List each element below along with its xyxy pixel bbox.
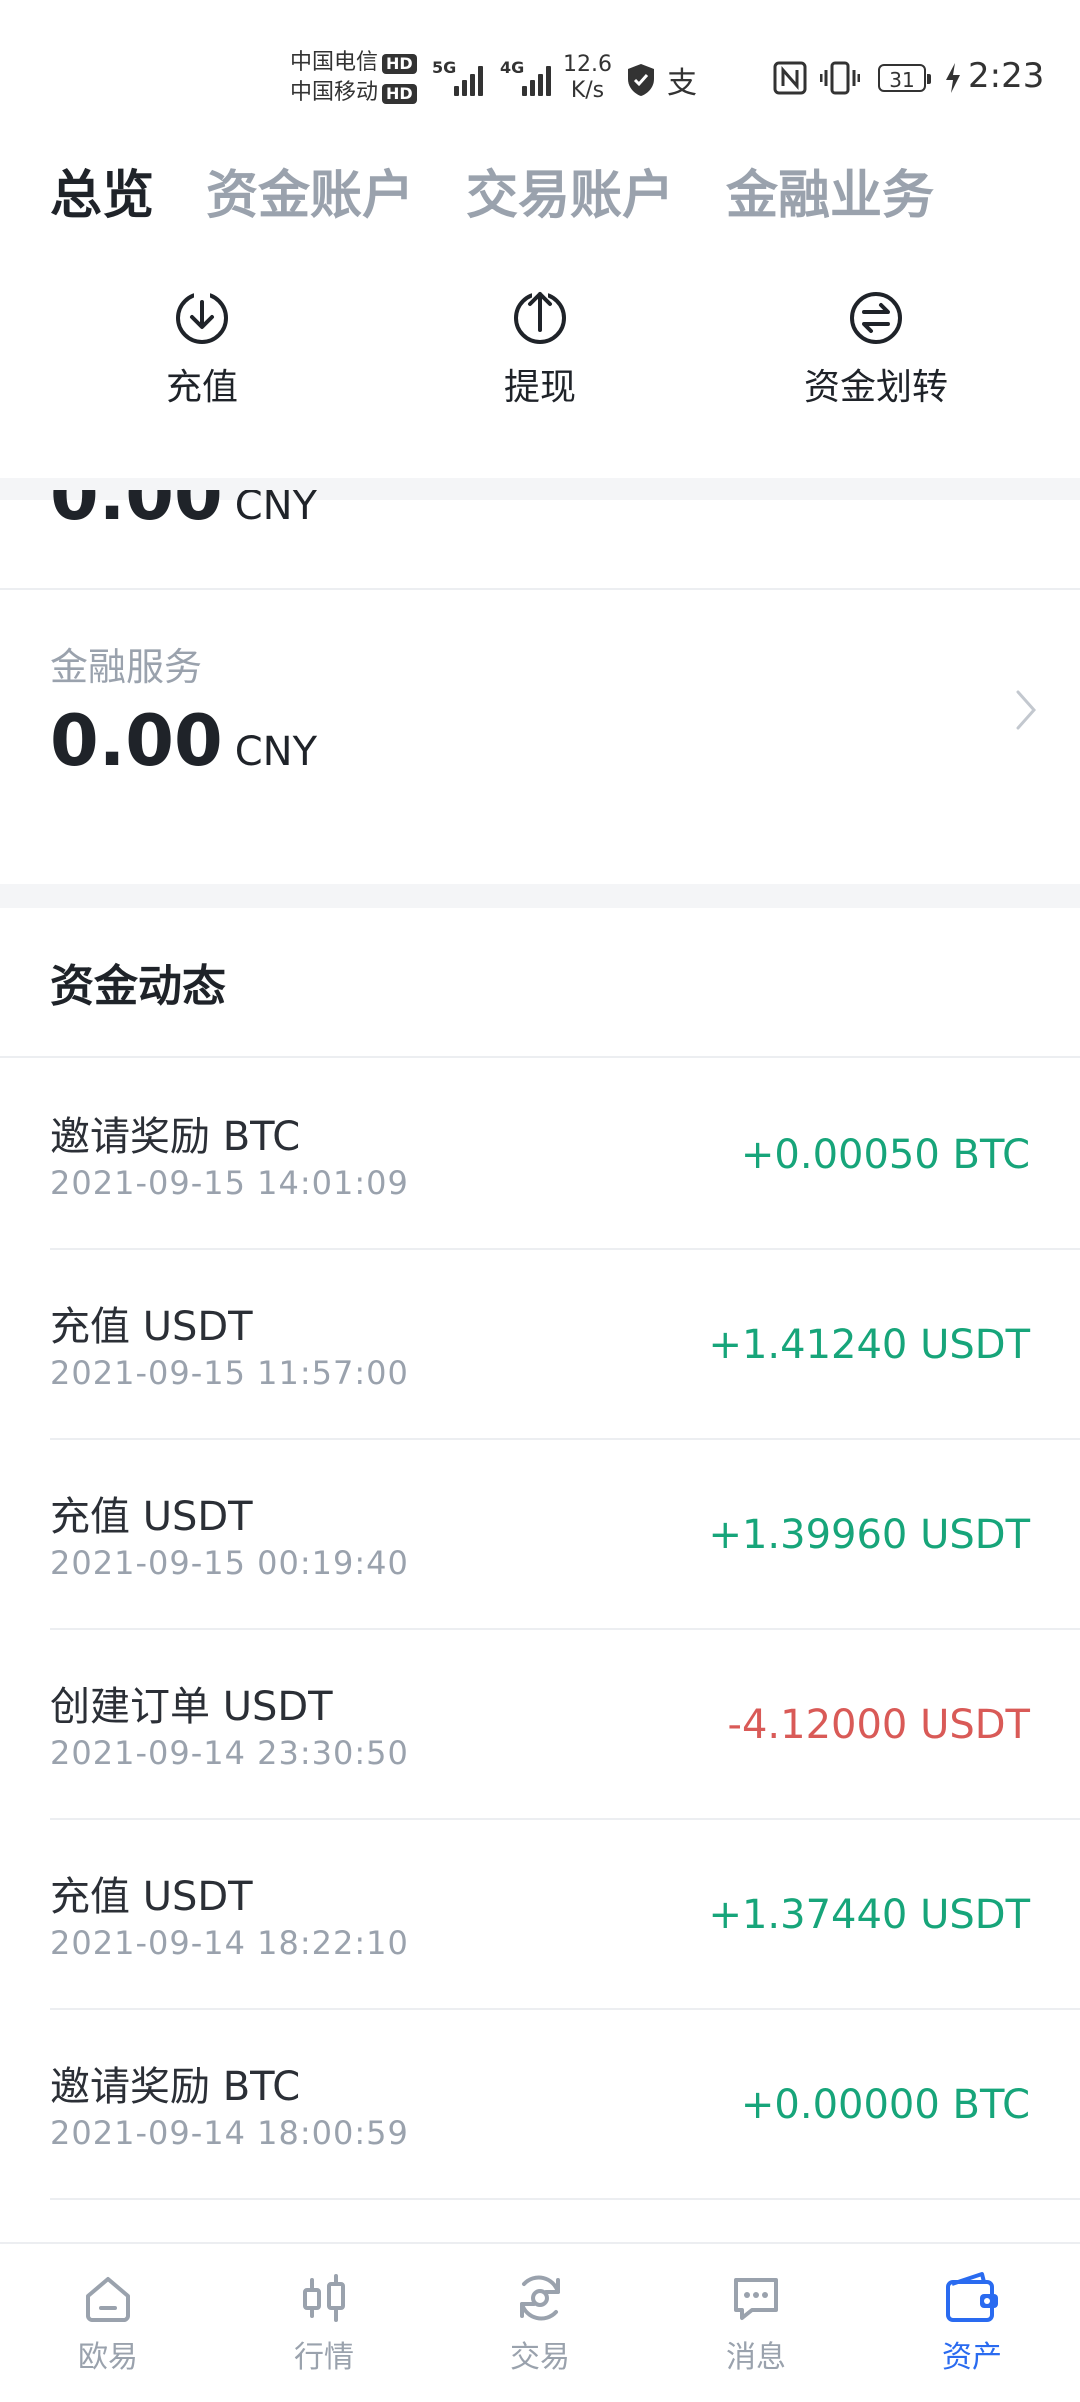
withdraw-icon [514, 290, 566, 344]
account-tabs: 总览 资金账户 交易账户 金融业务 [50, 150, 986, 230]
section-gap [0, 884, 1080, 908]
nav-label: 消息 [726, 2340, 786, 2375]
alipay-icon: 支 [667, 66, 697, 101]
record-amount: +1.37440 USDT [708, 1892, 1030, 1938]
battery-indicator: 31 [878, 64, 931, 92]
bottom-nav: 欧易 行情 交易 消息 资产 [0, 2242, 1080, 2402]
record-time: 2021-09-14 18:00:59 [50, 2114, 409, 2152]
divider [0, 1056, 1080, 1058]
finance-service-value: 0.00 [50, 700, 223, 782]
message-icon [734, 2278, 778, 2320]
withdraw-button[interactable]: 提现 [390, 290, 690, 410]
tab-overview[interactable]: 总览 [50, 153, 154, 228]
record-amount: +0.00050 BTC [740, 1132, 1030, 1178]
carrier-info: 中国电信 HD 中国移动 HD [290, 48, 417, 108]
deposit-button[interactable]: 充值 [52, 290, 352, 410]
nav-item-market[interactable]: 行情 [216, 2244, 432, 2402]
deposit-icon [176, 290, 228, 344]
status-bar: 中国电信 HD 中国移动 HD 5G 4G 12.6 K/s 支 31 2:23 [0, 0, 1080, 150]
nfc-icon [773, 61, 807, 95]
record-amount: +0.00000 BTC [740, 2082, 1030, 2128]
nav-label: 行情 [294, 2340, 354, 2375]
record-time: 2021-09-15 00:19:40 [50, 1544, 409, 1582]
transfer-icon [850, 292, 902, 344]
record-type: 充值 USDT [50, 1304, 253, 1350]
record-amount: +1.41240 USDT [708, 1322, 1030, 1368]
tab-funding-account[interactable]: 资金账户 [206, 153, 414, 228]
wallet-icon [946, 2272, 998, 2322]
shield-icon [628, 64, 654, 96]
nav-item-assets[interactable]: 资产 [864, 2244, 1080, 2402]
tab-trading-account[interactable]: 交易账户 [466, 153, 674, 228]
record-time: 2021-09-14 18:22:10 [50, 1924, 409, 1962]
carrier-1: 中国电信 [290, 50, 379, 75]
record-type: 邀请奖励 BTC [50, 2064, 301, 2110]
funds-activity-title: 资金动态 [50, 961, 226, 1012]
chevron-right-icon [1016, 690, 1037, 730]
candlestick-icon [303, 2274, 345, 2322]
list-item[interactable]: 充值 USDT 2021-09-15 11:57:00 +1.41240 USD… [0, 1250, 1080, 1440]
trade-icon [520, 2275, 560, 2321]
record-type: 充值 USDT [50, 1874, 253, 1920]
balance-unit: CNY [234, 490, 318, 529]
home-icon [86, 2277, 130, 2322]
deposit-label: 充值 [165, 367, 238, 408]
signal-4g-icon: 4G [500, 58, 556, 96]
clock: 2:23 [968, 56, 1045, 96]
record-time: 2021-09-15 14:01:09 [50, 1164, 409, 1202]
record-type: 充值 USDT [50, 1494, 253, 1540]
record-type: 创建订单 USDT [50, 1684, 333, 1730]
record-type: 邀请奖励 BTC [50, 1114, 301, 1160]
transfer-label: 资金划转 [803, 367, 948, 408]
record-time: 2021-09-14 23:30:50 [50, 1734, 409, 1772]
nav-item-trade[interactable]: 交易 [432, 2244, 648, 2402]
quick-actions: 充值 提现 资金划转 [0, 290, 1080, 450]
nav-item-messages[interactable]: 消息 [648, 2244, 864, 2402]
tab-financial-business[interactable]: 金融业务 [726, 153, 934, 228]
finance-service-unit: CNY [234, 729, 318, 775]
list-item[interactable]: 充值 USDT 2021-09-15 00:19:40 +1.39960 USD… [0, 1440, 1080, 1630]
list-item[interactable]: 邀请奖励 BTC 2021-09-15 14:01:09 +0.00050 BT… [0, 1060, 1080, 1250]
balance-value: 0.00 [50, 490, 223, 536]
hd-badge: HD [382, 54, 417, 74]
record-amount: +1.39960 USDT [708, 1512, 1030, 1558]
list-item[interactable]: 充值 USDT 2021-09-14 18:22:10 +1.37440 USD… [0, 1820, 1080, 2010]
hd-badge: HD [382, 84, 417, 104]
nav-label: 欧易 [78, 2340, 138, 2375]
total-balance-partial: 0.00 CNY [0, 490, 1080, 590]
list-item[interactable]: 邀请奖励 BTC 2021-09-14 18:00:59 +0.00000 BT… [0, 2010, 1080, 2200]
vibrate-icon [820, 61, 860, 95]
withdraw-label: 提现 [503, 367, 576, 408]
list-item[interactable]: 创建订单 USDT 2021-09-14 23:30:50 -4.12000 U… [0, 1630, 1080, 1820]
carrier-2: 中国移动 [290, 80, 379, 105]
charging-icon [946, 63, 960, 93]
funds-activity-list: 邀请奖励 BTC 2021-09-15 14:01:09 +0.00050 BT… [0, 1060, 1080, 2200]
signal-5g-icon: 5G [432, 58, 488, 96]
nav-item-home[interactable]: 欧易 [0, 2244, 216, 2402]
record-time: 2021-09-15 11:57:00 [50, 1354, 409, 1392]
nav-label: 交易 [510, 2340, 570, 2375]
nav-label: 资产 [942, 2340, 1002, 2375]
record-amount: -4.12000 USDT [727, 1702, 1030, 1748]
network-speed: 12.6 K/s [563, 52, 612, 103]
finance-service-row[interactable]: 金融服务 0.00 CNY [0, 590, 1080, 880]
finance-service-title: 金融服务 [50, 645, 203, 689]
transfer-button[interactable]: 资金划转 [726, 290, 1026, 410]
